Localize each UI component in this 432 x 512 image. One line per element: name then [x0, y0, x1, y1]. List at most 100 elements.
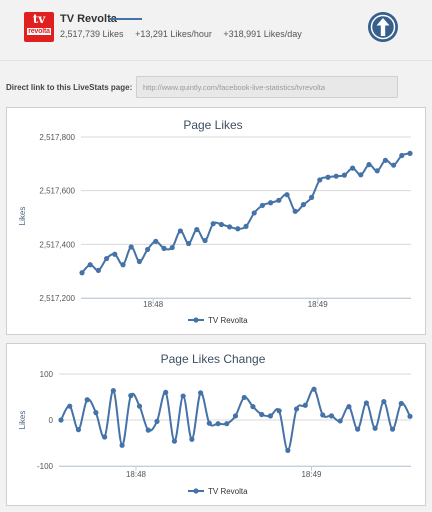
- data-point: [325, 174, 331, 180]
- data-point: [276, 197, 282, 203]
- data-point: [180, 393, 186, 399]
- page-likes-chart-panel: Page Likes 2,517,200 2,517,400 2,517,600 2,5…: [6, 107, 426, 335]
- y-tick-label: 2,517,200: [39, 294, 75, 303]
- data-point: [177, 228, 183, 234]
- direct-link-label: Direct link to this LiveStats page:: [6, 83, 133, 92]
- legend-marker: [193, 317, 199, 323]
- data-point: [268, 200, 274, 206]
- series-line: [81, 152, 411, 274]
- y-tick-label: 0: [49, 416, 54, 425]
- data-point: [341, 172, 347, 178]
- data-point: [317, 177, 323, 183]
- data-point: [136, 258, 142, 265]
- likes-count: 2,517,739 Likes: [60, 29, 124, 39]
- data-point: [67, 403, 73, 409]
- data-point: [154, 418, 160, 424]
- data-point: [381, 399, 387, 405]
- data-point: [284, 192, 290, 198]
- data-point: [136, 403, 143, 409]
- data-point: [186, 240, 192, 247]
- data-point: [366, 162, 372, 168]
- page-logo: tv revolta: [24, 12, 54, 42]
- data-point: [320, 412, 326, 418]
- data-point: [102, 434, 108, 440]
- data-point: [235, 226, 241, 232]
- data-point: [202, 237, 208, 244]
- data-point: [358, 172, 364, 178]
- x-tick-label: 18:49: [308, 300, 329, 309]
- y-tick-label: 2,517,600: [39, 187, 75, 196]
- data-point: [302, 402, 308, 408]
- likes-per-day: +318,991 Likes/day: [223, 29, 302, 39]
- data-point: [58, 417, 64, 423]
- page-likes-change-chart-panel: Page Likes Change -100 0 100 18:48 18:49 Likes…: [6, 343, 426, 506]
- page-likes-change-chart: Page Likes Change -100 0 100 18:48 18:49 Likes…: [18, 352, 413, 496]
- data-point: [227, 224, 233, 230]
- data-point: [232, 413, 239, 419]
- data-point: [309, 194, 315, 200]
- data-point: [292, 208, 298, 214]
- chart-title: Page Likes Change: [161, 352, 266, 366]
- data-point: [194, 226, 200, 233]
- likes-per-hour: +13,291 Likes/hour: [135, 29, 212, 39]
- data-point: [276, 408, 282, 414]
- direct-link-field[interactable]: [136, 76, 398, 98]
- data-point: [337, 418, 343, 424]
- legend-label: TV Revolta: [208, 316, 248, 325]
- data-point: [372, 425, 378, 431]
- data-point: [110, 387, 116, 394]
- data-point: [300, 202, 306, 208]
- data-point: [241, 394, 247, 401]
- header-divider: [0, 60, 432, 61]
- data-point: [93, 410, 99, 416]
- y-axis-label: Likes: [18, 411, 27, 430]
- data-point: [215, 421, 221, 427]
- data-point: [389, 426, 396, 432]
- data-point: [145, 246, 151, 253]
- data-point: [346, 404, 352, 410]
- y-axis-label: Likes: [18, 207, 27, 226]
- data-point: [128, 393, 134, 399]
- series-legend-line: [108, 18, 142, 20]
- data-point: [161, 245, 167, 251]
- x-tick-label: 18:48: [126, 470, 147, 479]
- page-likes-chart: Page Likes 2,517,200 2,517,400 2,517,600 2,5…: [18, 118, 413, 325]
- data-point: [119, 442, 125, 448]
- data-point: [259, 202, 265, 209]
- data-point: [112, 251, 118, 257]
- y-tick-label: 2,517,400: [39, 240, 75, 249]
- data-point: [128, 244, 134, 250]
- legend-marker: [193, 488, 199, 494]
- data-point: [218, 221, 224, 228]
- data-point: [84, 397, 90, 403]
- data-point: [374, 168, 380, 174]
- data-point: [163, 389, 169, 395]
- page-header: tv revolta TV Revolta 2,517,739 Likes +1…: [0, 0, 432, 60]
- data-point: [399, 152, 405, 159]
- page-stats: 2,517,739 Likes +13,291 Likes/hour +318,…: [60, 29, 302, 39]
- data-point: [355, 426, 361, 432]
- data-point: [206, 420, 212, 426]
- data-point: [363, 400, 369, 406]
- data-point: [95, 267, 101, 273]
- data-point: [104, 255, 110, 262]
- data-point: [267, 413, 273, 419]
- data-point: [224, 421, 230, 427]
- y-tick-label: 100: [40, 370, 54, 379]
- data-point: [328, 413, 335, 419]
- data-point: [198, 390, 204, 396]
- data-point: [171, 438, 178, 444]
- data-point: [169, 244, 175, 251]
- data-point: [382, 157, 388, 163]
- data-point: [311, 386, 317, 392]
- y-tick-label: -100: [37, 462, 54, 471]
- data-point: [153, 238, 159, 244]
- logo-line-1: tv: [32, 12, 46, 26]
- legend-label: TV Revolta: [208, 487, 248, 496]
- data-point: [391, 162, 397, 168]
- data-point: [285, 447, 291, 453]
- data-point: [210, 221, 216, 227]
- data-point: [293, 406, 300, 412]
- data-point: [350, 165, 356, 171]
- upload-arrow-icon[interactable]: [368, 12, 398, 42]
